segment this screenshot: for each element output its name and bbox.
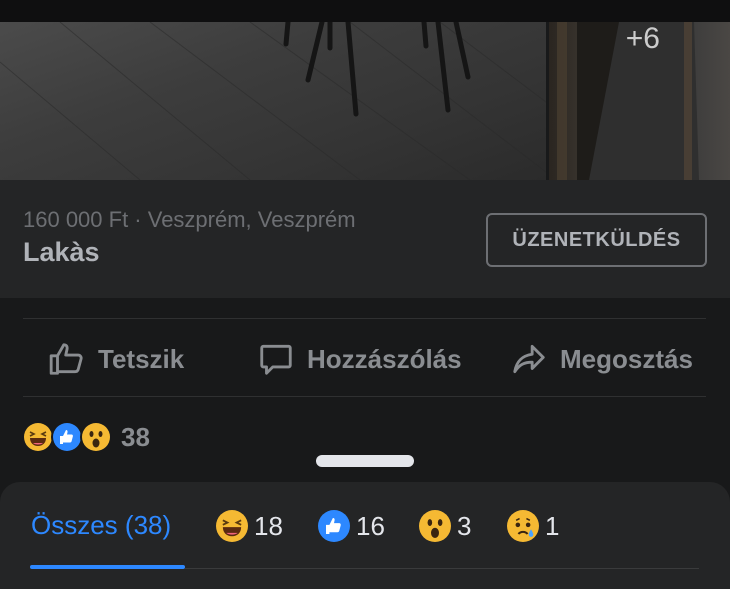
comment-label: Hozzászólás (307, 343, 462, 374)
like-icon (318, 510, 350, 542)
haha-icon (216, 510, 248, 542)
tab-like-count: 16 (356, 510, 385, 541)
share-button[interactable]: Megosztás (510, 338, 693, 380)
floor-and-chair-image (0, 22, 546, 180)
like-icon (51, 421, 83, 453)
comment-button[interactable]: Hozzászólás (257, 338, 462, 380)
tab-all-reactions[interactable]: Összes (38) (31, 510, 171, 541)
tab-wow-count: 3 (457, 510, 472, 541)
send-message-button[interactable]: ÜZENETKÜLDÉS (486, 213, 707, 267)
more-photos-count: +6 (625, 22, 660, 55)
tab-all-label: Összes (38) (31, 510, 172, 540)
reactions-sheet: Összes (38) 18 16 3 1 (0, 482, 730, 589)
reactions-summary[interactable]: 38 (22, 421, 150, 453)
tab-like[interactable]: 16 (318, 510, 385, 542)
listing-price-location: 160 000 Ft · Veszprém, Veszprém (23, 207, 356, 232)
active-tab-indicator (30, 565, 185, 569)
tab-wow[interactable]: 3 (419, 510, 471, 542)
listing-info: 160 000 Ft · Veszprém, Veszprém Lakàs ÜZ… (0, 180, 730, 298)
tab-haha-count: 18 (254, 510, 283, 541)
share-label: Megosztás (560, 343, 693, 374)
tab-divider (185, 568, 699, 569)
sheet-drag-handle[interactable] (316, 455, 414, 467)
tab-sad[interactable]: 1 (507, 510, 559, 542)
listing-photo-main[interactable] (0, 22, 546, 180)
divider (23, 396, 706, 397)
tab-haha[interactable]: 18 (216, 510, 283, 542)
reactions-count: 38 (121, 421, 150, 452)
share-icon (513, 344, 545, 374)
divider (23, 318, 706, 319)
like-label: Tetszik (98, 343, 185, 374)
sad-icon (507, 510, 539, 542)
wow-icon (80, 421, 112, 453)
tab-sad-count: 1 (545, 510, 560, 541)
like-button[interactable]: Tetszik (48, 338, 184, 380)
wow-icon (419, 510, 451, 542)
thumbs-up-icon (49, 343, 83, 375)
listing-title: Lakàs (23, 237, 100, 267)
haha-icon (22, 421, 54, 453)
top-bar (0, 0, 730, 22)
comment-icon (260, 344, 292, 375)
